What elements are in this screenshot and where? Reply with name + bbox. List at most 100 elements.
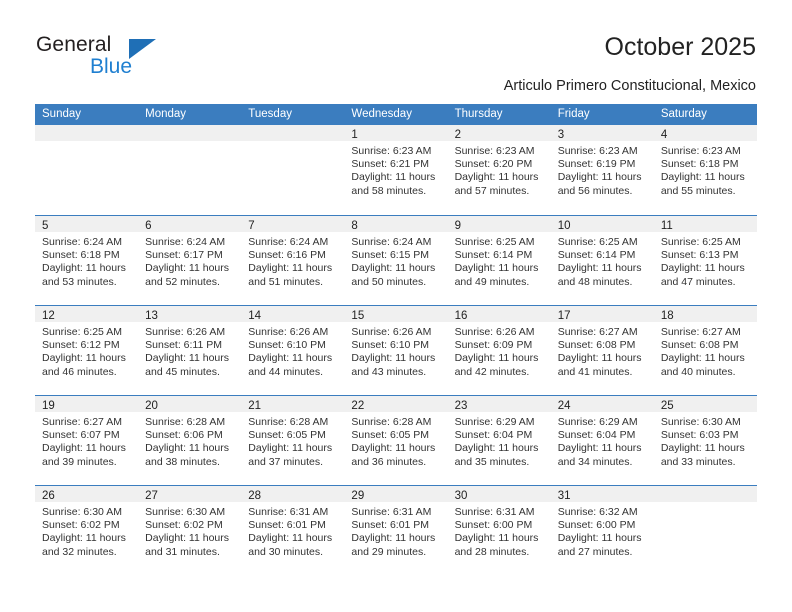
day-cell-24[interactable]: 24 Sunrise: 6:29 AM Sunset: 6:04 PM Dayligh… [550, 396, 654, 485]
day-details [654, 502, 757, 506]
day-detail-line: Sunset: 6:02 PM [42, 519, 120, 532]
day-cell-23[interactable]: 23 Sunrise: 6:29 AM Sunset: 6:04 PM Dayligh… [447, 396, 551, 485]
day-detail-line: and 35 minutes. [454, 455, 530, 468]
day-details: Sunrise: 6:26 AM Sunset: 6:11 PM Daylight:… [138, 322, 241, 379]
day-detail-line: Sunrise: 6:31 AM [351, 506, 432, 518]
generalblue-logo[interactable]: General Blue [36, 33, 206, 83]
day-detail-line: Daylight: 11 hours [42, 262, 126, 275]
weekday-header-thursday: Thursday [454, 108, 503, 120]
day-detail-line: Sunrise: 6:31 AM [454, 506, 535, 518]
day-number-strip: 23 [447, 396, 551, 412]
day-cell-15[interactable]: 15 Sunrise: 6:26 AM Sunset: 6:10 PM Dayligh… [344, 306, 448, 395]
day-cell-31[interactable]: 31 Sunrise: 6:32 AM Sunset: 6:00 PM Dayligh… [550, 486, 654, 575]
weekday-header-saturday: Saturday [660, 108, 707, 120]
day-cell-8[interactable]: 8 Sunrise: 6:24 AM Sunset: 6:15 PM Daylight… [344, 216, 448, 305]
day-number: 14 [248, 310, 262, 322]
day-number: 31 [557, 490, 571, 502]
day-cell-9[interactable]: 9 Sunrise: 6:25 AM Sunset: 6:14 PM Daylight… [447, 216, 551, 305]
day-detail-line: Sunrise: 6:24 AM [248, 236, 329, 248]
day-number: 15 [351, 310, 365, 322]
day-cell-20[interactable]: 20 Sunrise: 6:28 AM Sunset: 6:06 PM Dayligh… [138, 396, 242, 485]
day-detail-line: Sunset: 6:19 PM [557, 158, 636, 171]
day-details: Sunrise: 6:28 AM Sunset: 6:06 PM Daylight:… [138, 412, 241, 469]
day-cell-13[interactable]: 13 Sunrise: 6:26 AM Sunset: 6:11 PM Dayligh… [138, 306, 242, 395]
day-number-strip: 17 [550, 306, 654, 322]
day-detail-line: Sunset: 6:02 PM [145, 519, 223, 532]
day-number: 8 [351, 220, 358, 232]
day-cell-22[interactable]: 22 Sunrise: 6:28 AM Sunset: 6:05 PM Dayligh… [344, 396, 448, 485]
day-detail-line: Sunset: 6:08 PM [660, 339, 739, 352]
day-cell-4[interactable]: 4 Sunrise: 6:23 AM Sunset: 6:18 PM Daylight… [653, 125, 757, 215]
day-cell-29[interactable]: 29 Sunrise: 6:31 AM Sunset: 6:01 PM Dayligh… [344, 486, 448, 575]
day-detail-line: Daylight: 11 hours [454, 171, 539, 184]
day-detail-line: Sunset: 6:18 PM [660, 158, 739, 171]
day-cell-28[interactable]: 28 Sunrise: 6:31 AM Sunset: 6:01 PM Dayligh… [241, 486, 345, 575]
day-number: 12 [42, 310, 55, 322]
day-details [241, 141, 344, 145]
day-cell-19[interactable]: 19 Sunrise: 6:27 AM Sunset: 6:07 PM Dayligh… [35, 396, 139, 485]
day-cell-12[interactable]: 12 Sunrise: 6:25 AM Sunset: 6:12 PM Dayligh… [35, 306, 139, 395]
day-detail-line: Daylight: 11 hours [557, 442, 642, 455]
day-cell-17[interactable]: 17 Sunrise: 6:27 AM Sunset: 6:08 PM Dayligh… [550, 306, 654, 395]
day-cell-27[interactable]: 27 Sunrise: 6:30 AM Sunset: 6:02 PM Dayligh… [138, 486, 242, 575]
day-cell-10[interactable]: 10 Sunrise: 6:25 AM Sunset: 6:14 PM Dayligh… [550, 216, 654, 305]
day-detail-line: Sunset: 6:11 PM [145, 339, 222, 352]
day-cell-26[interactable]: 26 Sunrise: 6:30 AM Sunset: 6:02 PM Dayligh… [35, 486, 139, 575]
day-cell-21[interactable]: 21 Sunrise: 6:28 AM Sunset: 6:05 PM Dayligh… [241, 396, 345, 485]
calendar-weeks: 1 Sunrise: 6:23 AM Sunset: 6:21 PM Daylight… [35, 125, 757, 575]
weekday-header-wednesday: Wednesday [351, 108, 412, 120]
day-detail-line: and 49 minutes. [454, 275, 530, 288]
day-cell-30[interactable]: 30 Sunrise: 6:31 AM Sunset: 6:00 PM Dayligh… [447, 486, 551, 575]
day-detail-line: and 51 minutes. [248, 275, 323, 288]
day-cell-25[interactable]: 25 Sunrise: 6:30 AM Sunset: 6:03 PM Dayligh… [653, 396, 757, 485]
day-number-strip [35, 125, 139, 141]
day-cell-3[interactable]: 3 Sunrise: 6:23 AM Sunset: 6:19 PM Daylight… [550, 125, 654, 215]
day-detail-line: Sunrise: 6:30 AM [42, 506, 122, 518]
day-details: Sunrise: 6:25 AM Sunset: 6:14 PM Daylight:… [448, 232, 551, 289]
day-detail-line: and 44 minutes. [248, 365, 323, 378]
day-details: Sunrise: 6:25 AM Sunset: 6:13 PM Daylight:… [654, 232, 757, 289]
day-cell-6[interactable]: 6 Sunrise: 6:24 AM Sunset: 6:17 PM Daylight… [138, 216, 242, 305]
day-detail-line: Daylight: 11 hours [42, 532, 126, 545]
day-detail-line: Daylight: 11 hours [454, 442, 539, 455]
day-number-strip [138, 125, 242, 141]
calendar-grid: Sunday Monday Tuesday Wednesday Thursday Frid… [35, 104, 757, 575]
day-cell-2[interactable]: 2 Sunrise: 6:23 AM Sunset: 6:20 PM Daylight… [447, 125, 551, 215]
day-detail-line: and 50 minutes. [351, 275, 427, 288]
page-title: October 2025 [604, 33, 757, 61]
day-details: Sunrise: 6:32 AM Sunset: 6:00 PM Daylight:… [551, 502, 654, 559]
day-detail-line: and 34 minutes. [557, 455, 633, 468]
day-detail-line: Daylight: 11 hours [248, 442, 333, 455]
day-detail-line: Daylight: 11 hours [454, 532, 539, 545]
day-number-strip: 9 [447, 216, 551, 232]
day-detail-line: Daylight: 11 hours [248, 352, 333, 365]
day-number: 22 [351, 400, 365, 412]
day-detail-line: Daylight: 11 hours [557, 171, 642, 184]
day-detail-line: Daylight: 11 hours [660, 171, 745, 184]
day-cell-5[interactable]: 5 Sunrise: 6:24 AM Sunset: 6:18 PM Daylight… [35, 216, 139, 305]
day-cell-1[interactable]: 1 Sunrise: 6:23 AM Sunset: 6:21 PM Daylight… [344, 125, 448, 215]
day-cell-16[interactable]: 16 Sunrise: 6:26 AM Sunset: 6:09 PM Dayligh… [447, 306, 551, 395]
day-cell-18[interactable]: 18 Sunrise: 6:27 AM Sunset: 6:08 PM Dayligh… [653, 306, 757, 395]
day-number: 19 [42, 400, 55, 412]
day-detail-line: and 55 minutes. [660, 184, 736, 197]
day-cell-14[interactable]: 14 Sunrise: 6:26 AM Sunset: 6:10 PM Dayligh… [241, 306, 345, 395]
calendar-week-row: 5 Sunrise: 6:24 AM Sunset: 6:18 PM Daylight… [35, 215, 757, 305]
day-detail-line: Sunset: 6:08 PM [557, 339, 636, 352]
day-number-strip: 16 [447, 306, 551, 322]
calendar-week-row: 1 Sunrise: 6:23 AM Sunset: 6:21 PM Daylight… [35, 125, 757, 215]
day-cell-11[interactable]: 11 Sunrise: 6:25 AM Sunset: 6:13 PM Dayligh… [653, 216, 757, 305]
day-detail-line: and 45 minutes. [145, 365, 220, 378]
day-detail-line: Sunrise: 6:27 AM [660, 326, 741, 338]
logo-text-blue: Blue [90, 55, 133, 78]
day-detail-line: Daylight: 11 hours [248, 262, 333, 275]
day-details: Sunrise: 6:28 AM Sunset: 6:05 PM Daylight:… [344, 412, 447, 469]
day-number: 18 [660, 310, 674, 322]
day-cell-7[interactable]: 7 Sunrise: 6:24 AM Sunset: 6:16 PM Daylight… [241, 216, 345, 305]
weekday-header-monday: Monday [145, 108, 187, 120]
day-detail-line: Sunset: 6:10 PM [248, 339, 326, 352]
day-detail-line: and 53 minutes. [42, 275, 117, 288]
day-number-strip: 22 [344, 396, 448, 412]
day-detail-line: Sunset: 6:01 PM [248, 519, 326, 532]
day-number-strip: 12 [35, 306, 139, 322]
